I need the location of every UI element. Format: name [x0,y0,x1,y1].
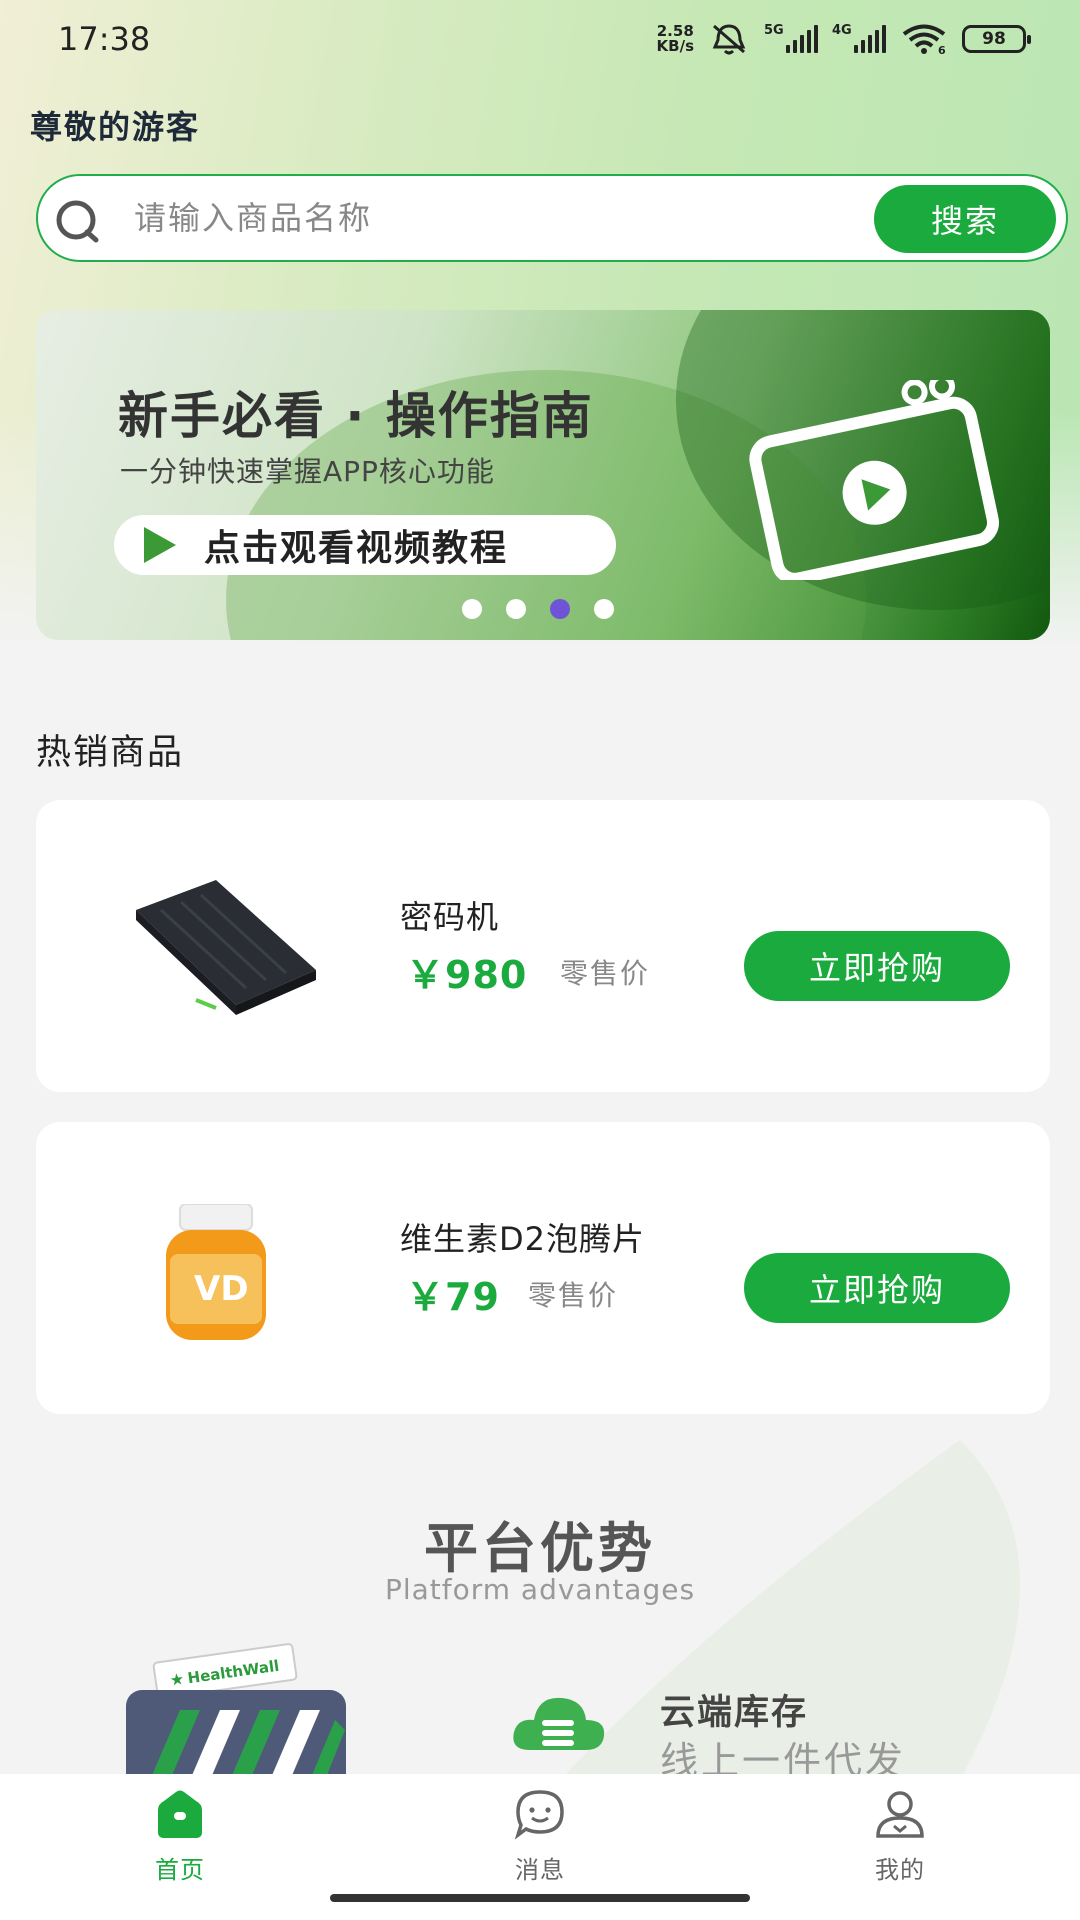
tab-messages-label: 消息 [515,1856,565,1884]
cipher-machine-image [136,880,316,1015]
search-input[interactable] [134,188,874,248]
advantages-subtitle: Platform advantages [384,1573,696,1606]
product-name: 维生素D2泡腾片 [400,1220,646,1258]
carousel-dot[interactable] [462,599,482,619]
mute-icon [712,24,746,55]
signal-4g-label: 4G [832,23,852,38]
buy-now-button[interactable]: 立即抢购 [744,931,1010,1001]
vitamin-bottle-image: VD [166,1204,266,1340]
hot-products-title: 热销商品 [36,733,185,773]
wifi-icon: 6 [902,24,946,55]
tab-profile[interactable]: 我的 [800,1788,1000,1885]
search-icon [56,200,99,243]
product-price: ￥980 [406,953,528,997]
svg-text:VD: VD [194,1269,249,1309]
battery-indicator: 98 [962,25,1031,53]
tab-home-label: 首页 [155,1856,205,1884]
retail-price-label: 零售价 [528,1279,619,1312]
svg-text:★: ★ [168,1669,185,1690]
tab-profile-label: 我的 [875,1856,925,1884]
banner-subtitle: 一分钟快速掌握APP核心功能 [120,455,495,488]
signal-5g-label: 5G [764,23,784,38]
home-indicator[interactable] [330,1894,750,1902]
product-name: 密码机 [400,898,500,936]
signal-4g-icon: 4G [832,23,886,53]
profile-icon [876,1791,924,1838]
cloud-storage-icon [513,1697,605,1750]
play-icon [144,527,176,563]
leaf-decoration [560,1440,1020,1780]
carousel-dot-active[interactable] [550,599,570,619]
banner-carousel[interactable]: 新手必看 · 操作指南 一分钟快速掌握APP核心功能 点击观看视频教程 [36,310,1050,640]
search-bar: 搜索 [36,174,1068,262]
video-player-icon [749,380,999,580]
tab-messages[interactable]: 消息 [440,1788,640,1885]
greeting-text: 尊敬的游客 [30,108,201,146]
advantages-title: 平台优势 [424,1517,656,1580]
home-icon [158,1790,202,1838]
message-icon [514,1790,564,1840]
banner-title: 新手必看 · 操作指南 [118,387,594,445]
watch-video-label: 点击观看视频教程 [204,528,509,569]
watch-video-button[interactable]: 点击观看视频教程 [114,515,616,575]
status-time: 17:38 [58,20,151,58]
status-icons: 2.58 KB/s 5G 4G 6 98 [657,22,1031,56]
product-price: ￥79 [406,1275,500,1319]
retail-price-label: 零售价 [560,957,651,990]
carousel-dots [36,599,1050,619]
network-speed: 2.58 KB/s [657,24,694,54]
carousel-dot[interactable] [506,599,526,619]
product-card[interactable]: 密码机 ￥980 零售价 立即抢购 [36,800,1050,1092]
signal-5g-icon: 5G [764,23,818,53]
wifi-sub-label: 6 [938,44,946,55]
feature-title: 云端库存 [660,1693,809,1733]
carousel-dot[interactable] [594,599,614,619]
status-bar: 17:38 2.58 KB/s 5G 4G 6 98 [0,0,1080,80]
tab-home[interactable]: 首页 [80,1788,280,1885]
product-card[interactable]: VD 维生素D2泡腾片 ￥79 零售价 立即抢购 [36,1122,1050,1414]
store-illustration: ★ HealthWall [126,1643,346,1780]
network-speed-unit: KB/s [656,37,694,55]
buy-now-button[interactable]: 立即抢购 [744,1253,1010,1323]
search-button[interactable]: 搜索 [874,185,1056,253]
